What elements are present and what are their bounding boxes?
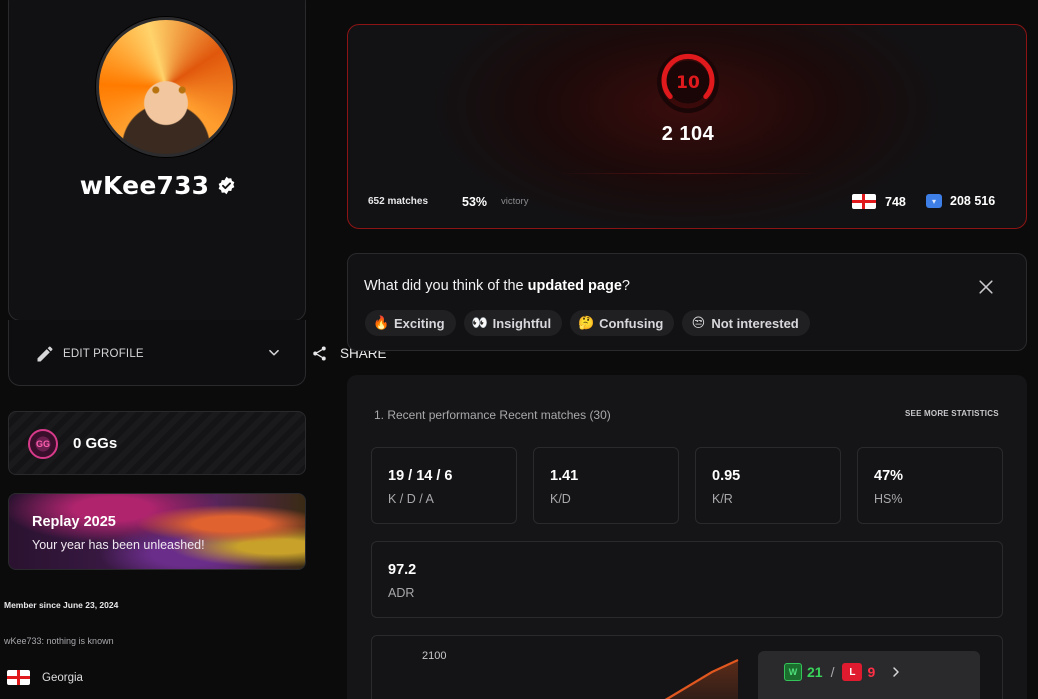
world-rank-value: 208 516 — [950, 194, 996, 208]
pencil-icon — [37, 346, 53, 362]
recent-performance-card: 1. Recent performance Recent matches (30… — [347, 375, 1027, 699]
feedback-question-bold: updated page — [527, 278, 622, 294]
stat-kda: 19 / 14 / 6 K / D / A — [371, 447, 517, 524]
matches-count: 652 matches — [368, 196, 429, 207]
replay-title: Replay 2025 — [32, 514, 116, 530]
chip-label: Insightful — [492, 315, 552, 331]
replay-card[interactable]: Replay 2025 Your year has been unleashed… — [8, 493, 306, 570]
feedback-card: What did you think of the updated page? … — [347, 253, 1027, 351]
edit-profile-button[interactable]: EDIT PROFILE — [35, 344, 144, 364]
fire-icon: 🔥 — [373, 315, 390, 330]
stat-kd: 1.41 K/D — [533, 447, 679, 524]
stat-hs: 47% HS% — [857, 447, 1003, 524]
feedback-question-prefix: What did you think of the — [364, 278, 528, 294]
stat-label: K / D / A — [388, 492, 434, 506]
world-rank-icon: ▾ — [926, 194, 942, 208]
verified-badge-icon — [218, 176, 235, 195]
gg-count: 0 GGs — [73, 435, 118, 452]
world-rank[interactable]: ▾ 208 516 — [926, 194, 995, 208]
stat-adr: 97.2 ADR — [371, 541, 1003, 618]
stat-value: 19 / 14 / 6 — [388, 468, 453, 484]
country: Georgia — [7, 670, 83, 685]
stat-label: K/D — [550, 492, 571, 506]
elo-card: 10 2 104 652 matches 53% victory 748 ▾ 2… — [347, 24, 1027, 229]
win-loss-row: W 21 / L 9 — [784, 663, 902, 681]
see-more-statistics-link[interactable]: SEE MORE STATISTICS — [905, 409, 999, 418]
win-badge-icon: W — [784, 663, 802, 681]
stat-value: 47% — [874, 468, 904, 484]
country-rank[interactable]: 748 — [852, 194, 906, 209]
avatar[interactable] — [96, 17, 236, 157]
feedback-question: What did you think of the updated page? — [364, 278, 630, 294]
wins-count: 21 — [807, 664, 823, 680]
country-name: Georgia — [42, 671, 83, 684]
chip-not-interested[interactable]: 😒 Not interested — [682, 310, 810, 336]
unamused-face-icon: 😒 — [691, 315, 706, 330]
chip-label: Not interested — [711, 315, 799, 331]
chip-insightful[interactable]: 👀 Insightful — [463, 310, 563, 336]
thinking-face-icon: 🤔 — [578, 315, 595, 330]
stats-heading: 1. Recent performance Recent matches (30… — [374, 408, 611, 422]
elo-divider — [558, 173, 818, 174]
avatar-detail — [147, 86, 191, 94]
feedback-question-suffix: ? — [621, 278, 630, 294]
win-rate: 53% — [462, 195, 488, 209]
edit-profile-label: EDIT PROFILE — [63, 348, 144, 360]
chip-label: Confusing — [599, 315, 664, 331]
member-since: Member since June 23, 2024 — [4, 600, 119, 610]
profile-card: wKee733 — [8, 0, 306, 321]
chevron-right-icon[interactable] — [890, 666, 902, 678]
chip-label: Exciting — [394, 315, 445, 331]
feedback-options: 🔥 Exciting 👀 Insightful 🤔 Confusing 😒 Not in… — [365, 310, 810, 336]
loss-badge-icon: L — [842, 663, 863, 681]
chip-exciting[interactable]: 🔥 Exciting — [365, 310, 456, 336]
stat-value: 97.2 — [388, 562, 417, 578]
gg-card[interactable]: GG 0 GGs — [8, 411, 306, 475]
stat-kr: 0.95 K/R — [695, 447, 841, 524]
win-loss-summary[interactable]: W 21 / L 9 — [758, 651, 980, 699]
eyes-icon: 👀 — [471, 315, 488, 330]
stat-label: ADR — [388, 586, 415, 600]
country-rank-value: 748 — [885, 194, 906, 209]
georgia-flag-icon — [852, 194, 876, 209]
gg-badge-icon: GG — [28, 429, 58, 459]
losses-count: 9 — [867, 664, 876, 680]
profile-actions: EDIT PROFILE — [8, 320, 306, 386]
replay-subtitle: Your year has been unleashed! — [32, 538, 205, 552]
stat-label: K/R — [712, 492, 733, 506]
share-icon — [313, 346, 326, 361]
username-row: wKee733 — [9, 171, 307, 200]
stat-value: 0.95 — [712, 468, 741, 484]
elo-points: 2 104 — [661, 123, 715, 145]
skill-level-icon: 10 — [657, 51, 719, 113]
stat-value: 1.41 — [550, 468, 579, 484]
stat-label: HS% — [874, 492, 903, 506]
bio: wKee733: nothing is known — [4, 636, 114, 646]
skill-level-number: 10 — [676, 73, 700, 93]
close-icon[interactable] — [976, 277, 996, 297]
separator: / — [830, 664, 835, 680]
win-rate-label: victory — [501, 196, 529, 207]
chip-confusing[interactable]: 🤔 Confusing — [570, 310, 675, 336]
chevron-down-icon[interactable] — [267, 346, 281, 360]
username: wKee733 — [79, 171, 210, 200]
georgia-flag-icon — [7, 670, 30, 685]
elo-history-chart: 2100 W 21 / L 9 — [371, 635, 1003, 699]
